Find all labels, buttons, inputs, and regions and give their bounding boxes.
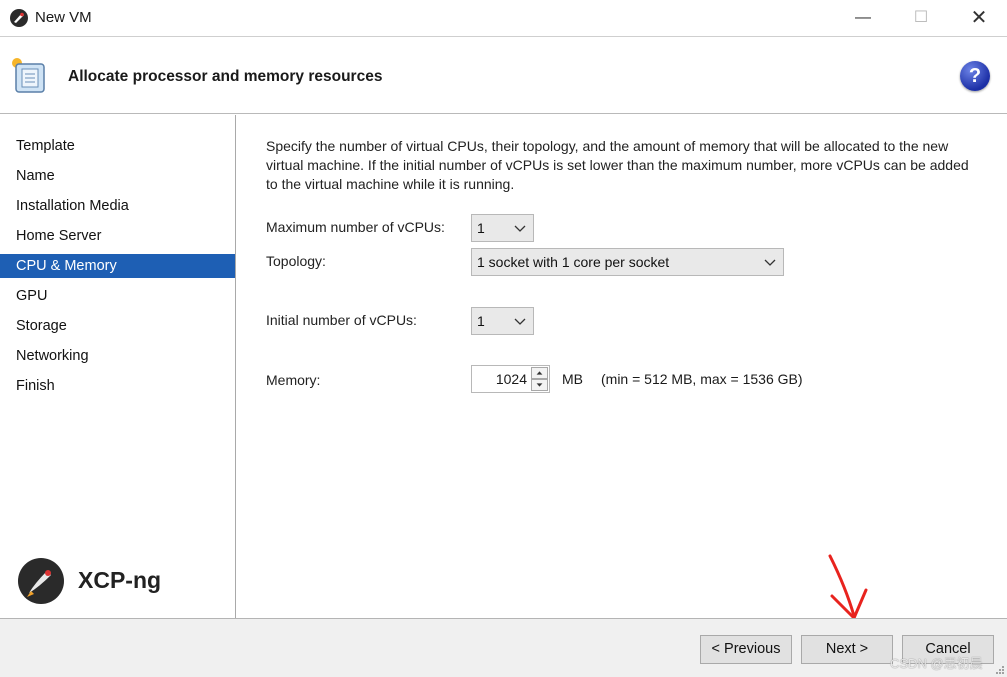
help-icon[interactable]: ? bbox=[960, 61, 990, 91]
wizard-page-icon bbox=[12, 58, 45, 93]
wizard-header: Allocate processor and memory resources … bbox=[0, 38, 1007, 114]
chevron-down-icon bbox=[514, 318, 526, 325]
memory-unit: MB bbox=[562, 371, 583, 387]
memory-spin-buttons bbox=[531, 367, 548, 391]
step-home-server[interactable]: Home Server bbox=[0, 224, 235, 248]
step-cpu-memory[interactable]: CPU & Memory bbox=[0, 254, 235, 278]
main-panel: Specify the number of virtual CPUs, thei… bbox=[237, 115, 1007, 618]
step-networking[interactable]: Networking bbox=[0, 344, 235, 368]
next-button[interactable]: Next > bbox=[801, 635, 893, 664]
topology-select[interactable]: 1 socket with 1 core per socket bbox=[471, 248, 784, 276]
brand-name: XCP-ng bbox=[78, 567, 162, 593]
initial-vcpus-label: Initial number of vCPUs: bbox=[266, 312, 417, 328]
spin-down-icon[interactable] bbox=[531, 379, 548, 391]
window-title: New VM bbox=[35, 9, 92, 26]
annotation-arrow-icon bbox=[828, 554, 868, 620]
maximize-button[interactable]: ☐ bbox=[892, 0, 950, 36]
resize-grip-icon[interactable] bbox=[995, 665, 1005, 675]
memory-range-hint: (min = 512 MB, max = 1536 GB) bbox=[601, 371, 803, 387]
chevron-down-icon bbox=[514, 225, 526, 232]
initial-vcpus-value: 1 bbox=[477, 313, 485, 329]
step-template[interactable]: Template bbox=[0, 134, 235, 158]
initial-vcpus-select[interactable]: 1 bbox=[471, 307, 534, 335]
step-finish[interactable]: Finish bbox=[0, 374, 235, 398]
previous-button[interactable]: < Previous bbox=[700, 635, 792, 664]
step-name[interactable]: Name bbox=[0, 164, 235, 188]
instructions-text: Specify the number of virtual CPUs, thei… bbox=[266, 138, 969, 192]
max-vcpus-select[interactable]: 1 bbox=[471, 214, 534, 242]
title-bar: New VM — ☐ ✕ bbox=[0, 0, 1007, 37]
memory-value[interactable]: 1024 bbox=[496, 366, 527, 392]
close-button[interactable]: ✕ bbox=[950, 0, 1007, 36]
memory-label: Memory: bbox=[266, 372, 321, 388]
page-title: Allocate processor and memory resources bbox=[68, 68, 383, 85]
memory-spinbox[interactable]: 1024 bbox=[471, 365, 550, 393]
spin-up-icon[interactable] bbox=[531, 367, 548, 379]
max-vcpus-label: Maximum number of vCPUs: bbox=[266, 219, 445, 235]
max-vcpus-value: 1 bbox=[477, 220, 485, 236]
step-storage[interactable]: Storage bbox=[0, 314, 235, 338]
step-installation-media[interactable]: Installation Media bbox=[0, 194, 235, 218]
minimize-button[interactable]: — bbox=[834, 0, 892, 36]
wizard-footer: < Previous Next > Cancel CSDN @思初晨 bbox=[0, 618, 1007, 677]
topology-label: Topology: bbox=[266, 253, 326, 269]
watermark: CSDN @思初晨 bbox=[890, 656, 983, 671]
wizard-steps-sidebar: Template Name Installation Media Home Se… bbox=[0, 115, 236, 618]
step-gpu[interactable]: GPU bbox=[0, 284, 235, 308]
app-logo-icon bbox=[10, 9, 28, 27]
chevron-down-icon bbox=[764, 259, 776, 266]
topology-value: 1 socket with 1 core per socket bbox=[477, 254, 670, 270]
xcp-ng-logo-icon bbox=[18, 558, 64, 604]
